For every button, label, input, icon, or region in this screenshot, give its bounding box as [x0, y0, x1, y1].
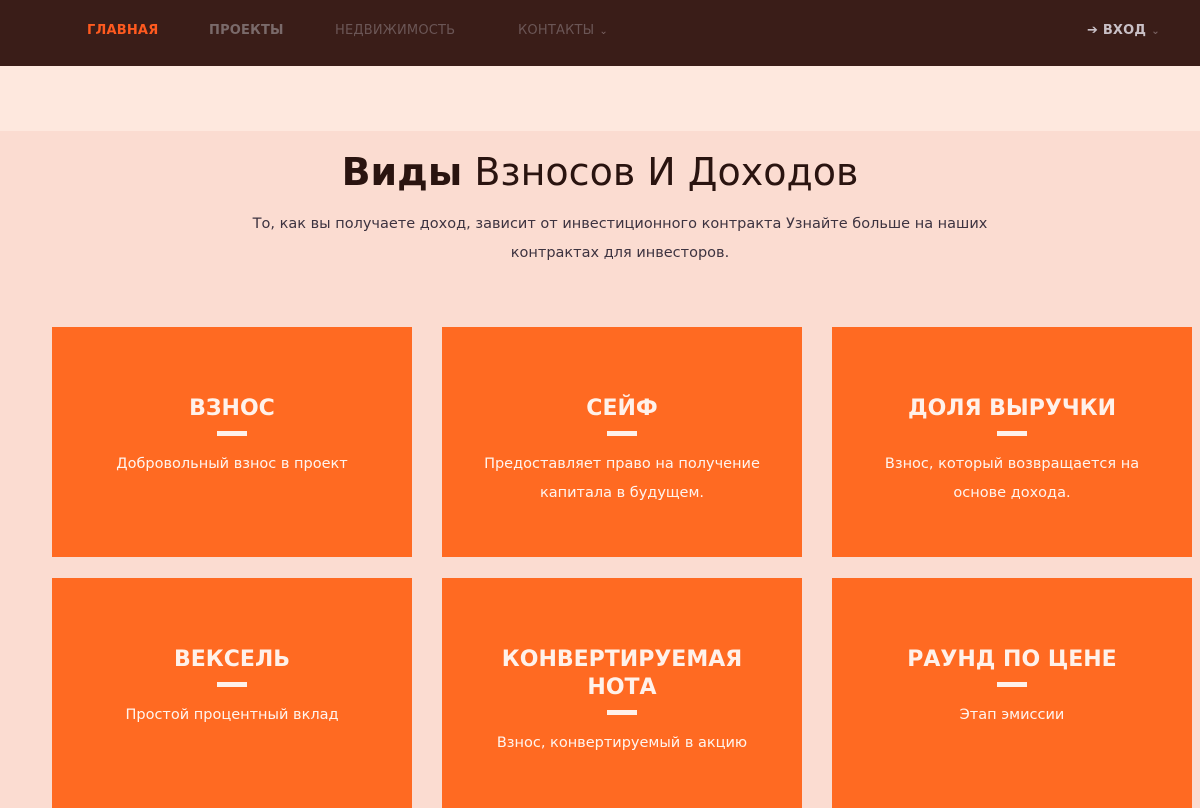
- card-title: ВЕКСЕЛЬ: [174, 647, 290, 672]
- divider: [217, 682, 247, 687]
- card-title: ВЗНОС: [189, 396, 275, 421]
- divider: [217, 431, 247, 436]
- card-title: РАУНД ПО ЦЕНЕ: [907, 647, 1117, 672]
- nav-home[interactable]: ГЛАВНАЯ: [87, 23, 158, 38]
- top-navbar: ГЛАВНАЯ ПРОЕКТЫ НЕДВИЖИМОСТЬ КОНТАКТЫ ⌄ ➔…: [0, 0, 1200, 66]
- card-revenue-share: ДОЛЯ ВЫРУЧКИ Взнос, который возвращается …: [832, 327, 1192, 557]
- page-title: Виды Взносов И Доходов: [0, 150, 1200, 194]
- card-text: Добровольный взнос в проект: [116, 456, 348, 472]
- login-label: ВХОД: [1102, 23, 1147, 38]
- divider: [997, 682, 1027, 687]
- chevron-down-icon: ⌄: [599, 26, 608, 37]
- card-title: СЕЙФ: [586, 396, 658, 421]
- card-contribution: ВЗНОС Добровольный взнос в проект: [52, 327, 412, 557]
- nav-real-estate[interactable]: НЕДВИЖИМОСТЬ: [335, 23, 455, 38]
- card-text: Простой процентный вклад: [125, 707, 339, 723]
- card-priced-round: РАУНД ПО ЦЕНЕ Этап эмиссии: [832, 578, 1192, 808]
- chevron-down-icon: ⌄: [1151, 26, 1160, 37]
- sign-in-icon: ➔: [1087, 23, 1099, 38]
- card-title: ДОЛЯ ВЫРУЧКИ: [908, 396, 1116, 421]
- divider: [997, 431, 1027, 436]
- login-button[interactable]: ➔ ВХОД ⌄: [1087, 23, 1160, 38]
- nav-contacts[interactable]: КОНТАКТЫ ⌄: [518, 23, 608, 38]
- nav-contacts-label: КОНТАКТЫ: [518, 23, 595, 38]
- card-text: Взнос, конвертируемый в акцию: [496, 735, 748, 751]
- card-title: КОНВЕРТИРУЕМАЯ НОТА: [501, 647, 743, 700]
- nav-projects[interactable]: ПРОЕКТЫ: [209, 23, 284, 38]
- card-text: Взнос, который возвращается на основе до…: [884, 456, 1140, 501]
- page-subtitle: То, как вы получаете доход, зависит от и…: [252, 216, 988, 261]
- divider: [607, 431, 637, 436]
- card-text: Предоставляет право на получение капитал…: [484, 456, 760, 501]
- card-text: Этап эмиссии: [959, 707, 1065, 723]
- header-band: [0, 66, 1200, 131]
- card-convertible-note: КОНВЕРТИРУЕМАЯ НОТА Взнос, конвертируемый…: [442, 578, 802, 808]
- card-safe: СЕЙФ Предоставляет право на получение кап…: [442, 327, 802, 557]
- divider: [607, 710, 637, 715]
- title-rest: Взносов И Доходов: [462, 150, 859, 194]
- title-bold: Виды: [341, 150, 463, 194]
- card-promissory-note: ВЕКСЕЛЬ Простой процентный вклад: [52, 578, 412, 808]
